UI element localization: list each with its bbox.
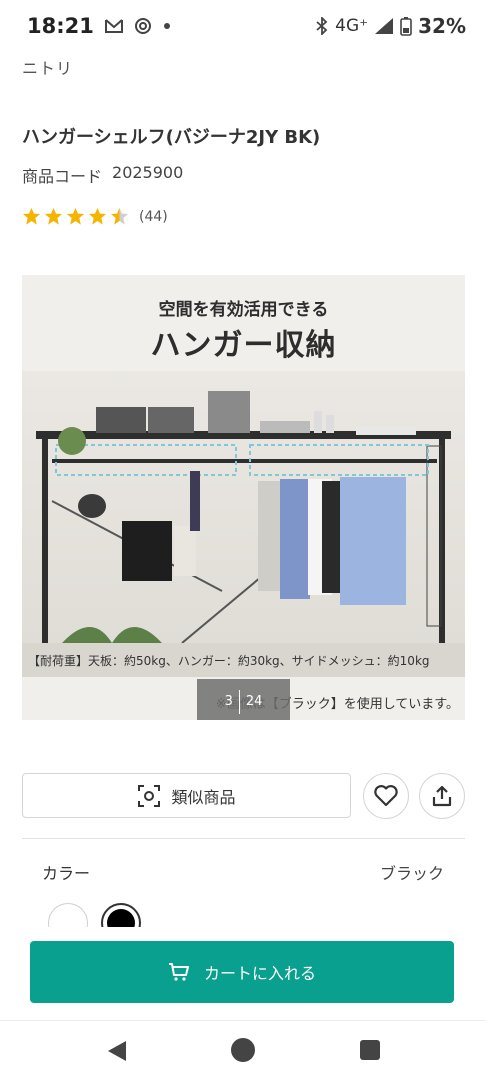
gallery-headline-large: ハンガー収納 bbox=[150, 328, 337, 363]
gallery-current-index: 3 bbox=[224, 694, 233, 709]
favorite-button[interactable] bbox=[363, 773, 409, 819]
gallery-headline-small: 空間を有効活用できる bbox=[158, 300, 329, 320]
product-code-value: 2025900 bbox=[112, 163, 184, 182]
star-icon bbox=[44, 207, 63, 225]
recent-apps-icon[interactable] bbox=[360, 1040, 380, 1060]
section-divider bbox=[22, 838, 465, 839]
back-icon[interactable] bbox=[106, 1039, 128, 1063]
product-image-gallery[interactable]: 空間を有効活用できる ハンガー収納 【耐荷重】天板：約50kg、ハンガー：約30… bbox=[22, 275, 465, 720]
similar-products-button[interactable]: 類似商品 bbox=[22, 773, 351, 818]
brand-name: ニトリ bbox=[22, 59, 74, 78]
cart-icon bbox=[168, 963, 189, 981]
signal-icon bbox=[375, 18, 394, 34]
star-icon bbox=[22, 207, 41, 225]
product-code: 商品コード 2025900 bbox=[22, 163, 183, 187]
color-selected-value: ブラック bbox=[379, 864, 444, 883]
product-code-label: 商品コード bbox=[22, 167, 103, 186]
dot-icon bbox=[163, 23, 170, 29]
battery-icon bbox=[400, 17, 412, 36]
image-search-icon bbox=[138, 784, 161, 807]
star-icon bbox=[66, 207, 85, 225]
product-photo bbox=[22, 371, 465, 644]
star-icon bbox=[88, 207, 107, 225]
add-to-cart-button[interactable]: カートに入れる bbox=[30, 941, 454, 1003]
share-button[interactable] bbox=[419, 773, 465, 819]
add-to-cart-label: カートに入れる bbox=[203, 964, 316, 983]
share-icon bbox=[432, 785, 452, 807]
star-half-icon bbox=[110, 207, 129, 225]
status-time: 18:21 bbox=[27, 14, 94, 38]
color-label: カラー bbox=[42, 864, 91, 883]
threads-icon bbox=[134, 18, 151, 34]
heart-icon bbox=[374, 785, 398, 807]
rating[interactable]: (44) bbox=[22, 207, 168, 226]
home-icon[interactable] bbox=[231, 1038, 255, 1062]
product-title: ハンガーシェルフ(バジーナ2JY BK) bbox=[22, 127, 321, 148]
status-bar: 18:21 4G⁺ 32% bbox=[0, 0, 486, 52]
network-type: 4G⁺ bbox=[335, 16, 369, 36]
counter-divider bbox=[238, 689, 240, 714]
battery-percent: 32% bbox=[418, 14, 466, 38]
gallery-counter: 3 24 bbox=[197, 679, 290, 720]
gallery-total: 24 bbox=[245, 694, 263, 709]
similar-products-label: 類似商品 bbox=[171, 787, 236, 807]
gallery-caption: 【耐荷重】天板：約50kg、ハンガー：約30kg、サイドメッシュ：約10kg bbox=[22, 643, 465, 677]
bluetooth-icon bbox=[316, 17, 328, 35]
system-nav-bar bbox=[0, 1020, 486, 1080]
gmail-icon bbox=[104, 19, 123, 33]
rating-count: (44) bbox=[139, 208, 168, 225]
